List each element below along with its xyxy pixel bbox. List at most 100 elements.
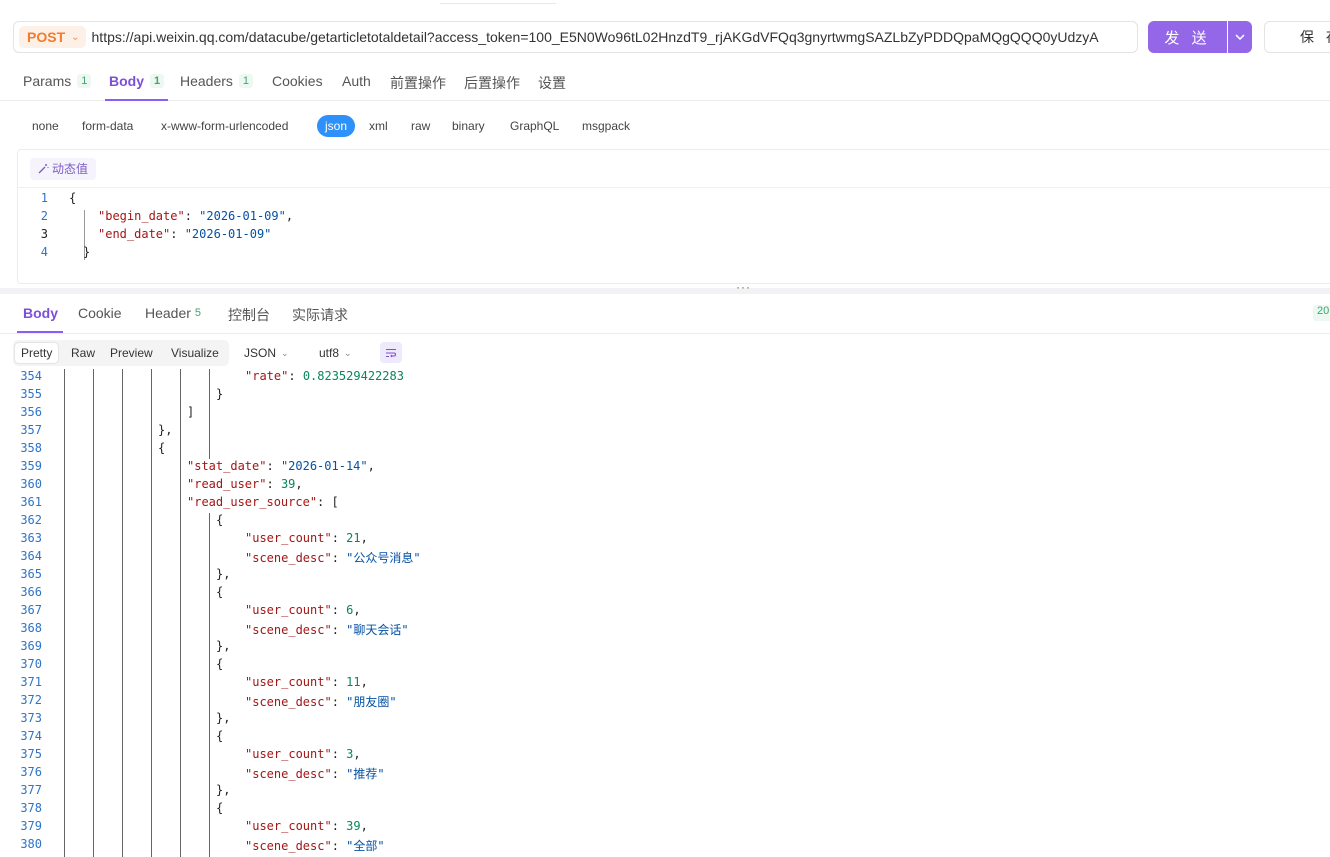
indent-guide <box>180 369 181 857</box>
tab-label: 控制台 <box>228 307 270 323</box>
code-line: "user_count": 3, <box>245 747 361 765</box>
tab-auth[interactable]: Auth <box>342 73 371 89</box>
tab-label: 前置操作 <box>390 75 446 91</box>
code-line: { <box>216 801 224 819</box>
line-number: 2 <box>40 209 48 223</box>
tab-headers[interactable]: Headers 1 <box>180 73 254 89</box>
send-button[interactable]: 发 送 <box>1148 21 1227 53</box>
line-number: 369 <box>20 639 42 653</box>
code-line: "scene_desc": "聊天会话" <box>245 621 409 639</box>
tab-body[interactable]: Body 1 <box>109 73 165 89</box>
save-label: 保 存 <box>1300 29 1330 45</box>
view-mode-segment: Pretty Raw Preview Visualize <box>13 340 229 366</box>
request-body-editor[interactable]: 动态值 1 2 3 4 { "begin_date": "2026-01-09"… <box>17 149 1330 284</box>
body-type-json[interactable]: json <box>317 115 356 137</box>
tab-label: 后置操作 <box>464 75 520 91</box>
json-key: "end_date" <box>98 227 171 241</box>
code-line: { <box>216 513 224 531</box>
body-type-urlencoded[interactable]: x-www-form-urlencoded <box>161 115 288 137</box>
send-options-button[interactable] <box>1228 21 1252 53</box>
line-number: 368 <box>20 621 42 635</box>
code-line: "scene_desc": "推荐" <box>245 765 385 783</box>
body-type-selector: none form-data x-www-form-urlencoded jso… <box>0 115 1330 137</box>
body-type-binary[interactable]: binary <box>452 115 485 137</box>
drag-handle-icon: ··· <box>736 280 751 294</box>
code-line: "user_count": 11, <box>245 675 368 693</box>
line-number: 355 <box>20 387 42 401</box>
line-number: 367 <box>20 603 42 617</box>
indent-guide <box>64 369 65 857</box>
status-badge: 20 <box>1313 305 1330 321</box>
view-raw[interactable]: Raw <box>65 343 101 363</box>
json-value: "2026-01-09" <box>184 227 272 241</box>
body-type-form-data[interactable]: form-data <box>82 115 133 137</box>
tab-label: Body <box>109 73 144 89</box>
chevron-down-icon: ⌄ <box>344 347 352 358</box>
tab-cookies[interactable]: Cookies <box>272 73 323 89</box>
tab-settings[interactable]: 设置 <box>538 73 566 93</box>
brace: { <box>69 191 77 205</box>
format-select[interactable]: JSON ⌄ <box>244 343 289 363</box>
json-key: "begin_date" <box>98 209 185 223</box>
tab-response-header[interactable]: Header 5 <box>145 305 201 321</box>
line-number: 362 <box>20 513 42 527</box>
brace: } <box>83 245 91 259</box>
line-number: 359 <box>20 459 42 473</box>
tab-actual-request[interactable]: 实际请求 <box>292 305 348 325</box>
tab-response-cookie[interactable]: Cookie <box>78 305 122 321</box>
code-line: "user_count": 6, <box>245 603 361 621</box>
line-number: 375 <box>20 747 42 761</box>
code-line: "scene_desc": "朋友圈" <box>245 693 397 711</box>
body-type-xml[interactable]: xml <box>369 115 388 137</box>
code-line: }, <box>216 711 231 729</box>
code-line: { <box>69 191 76 209</box>
method-label: POST <box>27 29 66 45</box>
tab-label: Auth <box>342 73 371 89</box>
code-line: { <box>216 729 224 747</box>
code-line: ] <box>187 405 195 423</box>
view-preview[interactable]: Preview <box>104 343 159 363</box>
line-number: 373 <box>20 711 42 725</box>
body-type-msgpack[interactable]: msgpack <box>582 115 630 137</box>
tab-console[interactable]: 控制台 <box>228 305 270 325</box>
code-line: "scene_desc": "全部" <box>245 837 385 855</box>
tab-post-operations[interactable]: 后置操作 <box>464 73 520 93</box>
tab-label: 实际请求 <box>292 307 348 323</box>
count-badge: 1 <box>77 74 92 88</box>
view-visualize[interactable]: Visualize <box>165 343 225 363</box>
line-number: 3 <box>40 227 48 241</box>
method-select[interactable]: POST ⌄ <box>19 26 86 48</box>
url-input[interactable] <box>91 23 1136 51</box>
line-number: 364 <box>20 549 42 563</box>
indent-guide <box>93 369 94 857</box>
save-button[interactable]: 保 存 <box>1264 21 1330 53</box>
code-line: }, <box>158 423 173 441</box>
body-type-raw[interactable]: raw <box>411 115 430 137</box>
url-bar: POST ⌄ <box>13 21 1138 53</box>
word-wrap-button[interactable] <box>380 342 402 363</box>
line-number: 354 <box>20 369 42 383</box>
dynamic-value-button[interactable]: 动态值 <box>30 157 97 180</box>
wand-icon <box>38 164 49 174</box>
code-line: "read_user_source": [ <box>187 495 339 513</box>
tab-params[interactable]: Params 1 <box>23 73 92 89</box>
tab-label: Cookies <box>272 73 323 89</box>
code-line: } <box>83 245 90 263</box>
code-line: }, <box>216 639 231 657</box>
response-body-viewer[interactable]: 354 "rate": 0.823529422283 355} 356] 357}, 35… <box>0 369 1330 857</box>
line-number: 1 <box>40 191 48 205</box>
tab-response-body[interactable]: Body <box>23 305 58 321</box>
body-type-none[interactable]: none <box>32 115 59 137</box>
format-label: JSON <box>244 346 277 360</box>
code-line: "user_count": 21, <box>245 531 368 549</box>
line-number: 371 <box>20 675 42 689</box>
line-number: 378 <box>20 801 42 815</box>
view-pretty[interactable]: Pretty <box>15 343 59 363</box>
line-number: 357 <box>20 423 42 437</box>
chevron-down-icon <box>1235 34 1245 40</box>
tab-label: Header <box>145 305 191 321</box>
tab-pre-operations[interactable]: 前置操作 <box>390 73 446 93</box>
tab-label: 设置 <box>538 75 566 91</box>
encoding-select[interactable]: utf8 ⌄ <box>319 343 352 363</box>
body-type-graphql[interactable]: GraphQL <box>510 115 559 137</box>
